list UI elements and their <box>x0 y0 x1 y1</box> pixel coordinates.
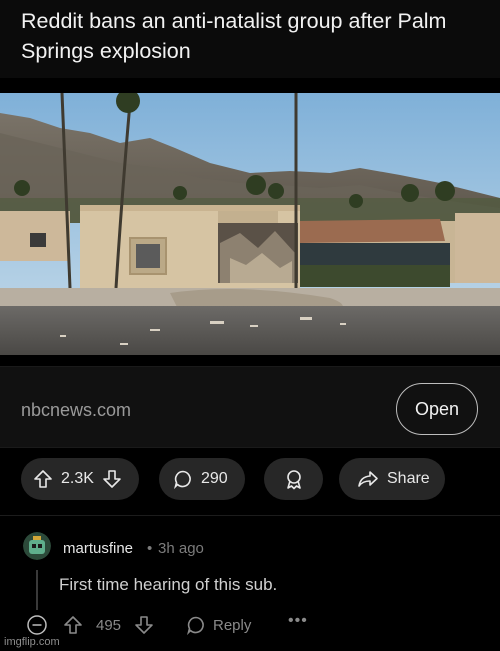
comment-upvote-icon[interactable] <box>63 615 83 640</box>
avatar[interactable] <box>23 532 51 560</box>
open-link-button[interactable]: Open <box>396 383 478 435</box>
award-button[interactable] <box>264 458 323 500</box>
comment-age: 3h ago <box>158 540 204 557</box>
thread-line[interactable] <box>36 570 38 610</box>
comment-bubble-icon <box>173 469 193 489</box>
share-label: Share <box>387 470 430 487</box>
reply-button[interactable]: Reply <box>213 617 251 634</box>
comments-button[interactable]: 290 <box>159 458 245 500</box>
comment-username[interactable]: martusfine <box>63 540 133 557</box>
share-arrow-icon <box>357 469 379 489</box>
award-icon <box>283 468 305 490</box>
link-domain[interactable]: nbcnews.com <box>21 400 131 421</box>
share-button[interactable]: Share <box>339 458 445 500</box>
upvote-icon[interactable] <box>33 469 53 489</box>
comment-score: 495 <box>96 617 122 634</box>
meta-separator: • <box>147 540 153 557</box>
comment-downvote-icon[interactable] <box>134 615 154 640</box>
downvote-icon[interactable] <box>102 469 122 489</box>
post-header: Reddit bans an anti-natalist group after… <box>0 0 500 78</box>
comment-count: 290 <box>201 470 228 487</box>
post-score: 2.3K <box>61 470 94 487</box>
post-title[interactable]: Reddit bans an anti-natalist group after… <box>21 6 491 66</box>
more-options-button[interactable]: ••• <box>288 612 308 630</box>
post-image[interactable] <box>0 93 500 355</box>
reply-bubble-icon[interactable] <box>186 615 206 640</box>
comment-body: First time hearing of this sub. <box>59 575 278 594</box>
divider <box>0 515 500 516</box>
vote-pill: 2.3K <box>21 458 139 500</box>
imgflip-watermark: imgflip.com <box>4 636 60 648</box>
